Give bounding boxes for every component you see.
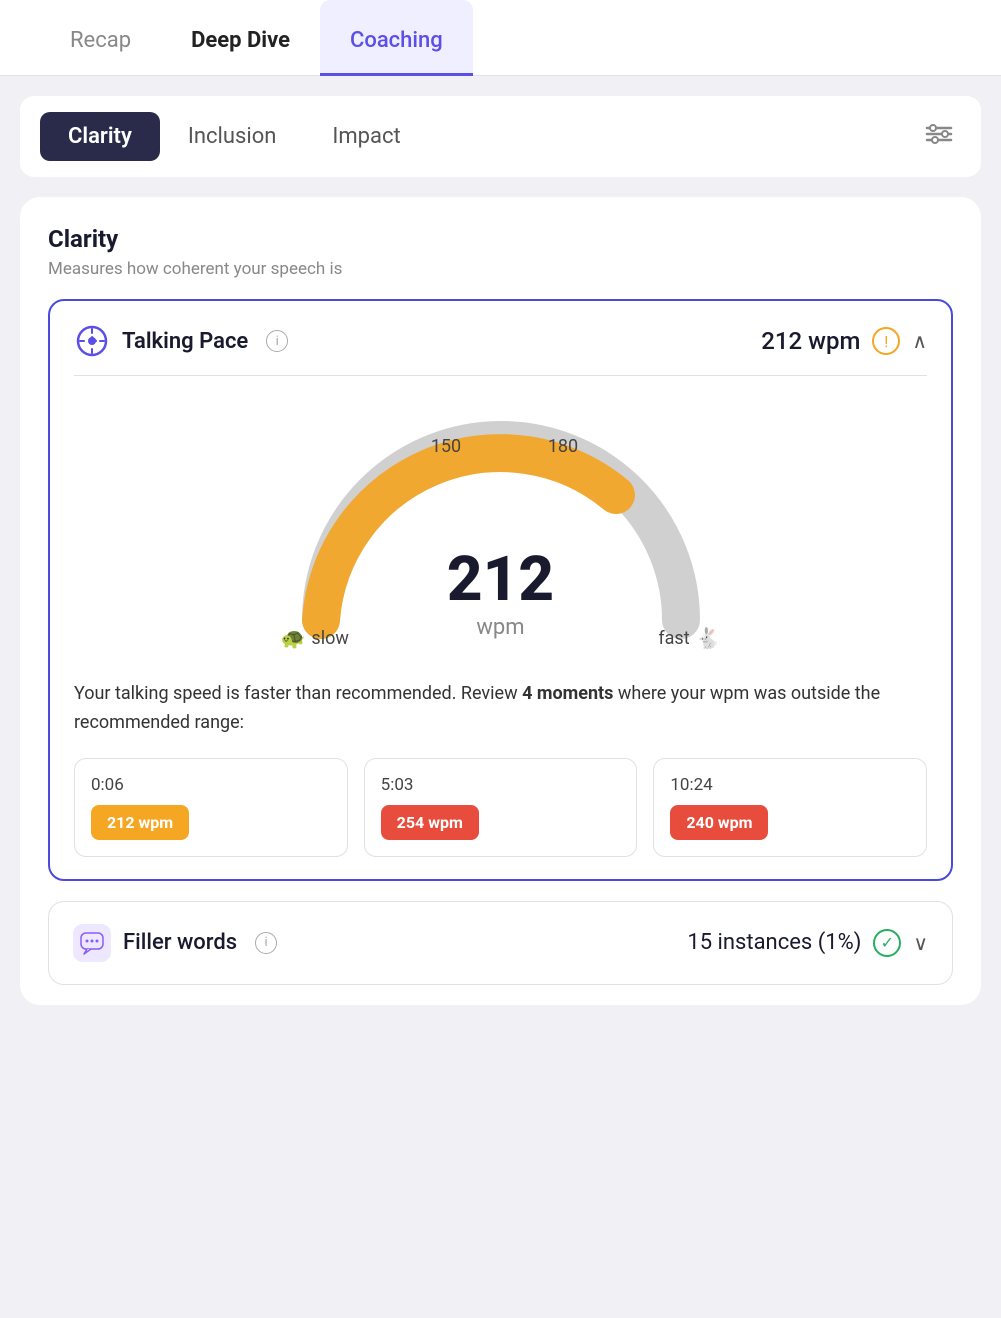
sub-tab-inclusion[interactable]: Inclusion <box>160 112 305 161</box>
section-title: Clarity <box>48 225 953 253</box>
sub-tab-bar: Clarity Inclusion Impact <box>20 96 981 177</box>
moment-card-1[interactable]: 0:06 212 wpm <box>74 758 348 857</box>
moment-time-1: 0:06 <box>91 775 331 795</box>
svg-text:150: 150 <box>430 436 460 457</box>
moment-badge-1: 212 wpm <box>91 805 189 840</box>
fast-emoji: 🐇 <box>696 626 721 650</box>
sub-tab-clarity[interactable]: Clarity <box>40 112 160 161</box>
svg-text:180: 180 <box>547 436 577 457</box>
talking-pace-name: Talking Pace <box>122 329 248 354</box>
moment-card-2[interactable]: 5:03 254 wpm <box>364 758 638 857</box>
moment-badge-3: 240 wpm <box>670 805 768 840</box>
filter-icon[interactable] <box>917 114 961 159</box>
gauge-unit: wpm <box>447 615 554 640</box>
filler-icon <box>73 924 111 962</box>
warning-icon: ! <box>872 327 900 355</box>
tab-deep-dive[interactable]: Deep Dive <box>161 0 320 76</box>
chevron-down-icon[interactable]: ∨ <box>913 931 928 955</box>
divider <box>74 375 927 376</box>
fast-text: fast <box>658 628 689 649</box>
tab-coaching[interactable]: Coaching <box>320 0 473 76</box>
chevron-up-icon[interactable]: ∧ <box>912 329 927 353</box>
filler-card-header: Filler words i 15 instances (1%) ✓ ∨ <box>73 924 928 962</box>
slow-emoji: 🐢 <box>281 626 306 650</box>
moment-badge-2: 254 wpm <box>381 805 479 840</box>
talking-pace-card: Talking Pace i 212 wpm ! ∧ 150 <box>48 299 953 881</box>
moment-card-3[interactable]: 10:24 240 wpm <box>653 758 927 857</box>
tab-bar: Recap Deep Dive Coaching <box>0 0 1001 76</box>
talking-pace-icon <box>74 323 110 359</box>
gauge-fast-label: fast 🐇 <box>658 626 720 650</box>
talking-pace-right: 212 wpm ! ∧ <box>761 327 927 355</box>
tab-recap[interactable]: Recap <box>40 0 161 76</box>
filler-count: 15 instances (1%) <box>687 930 861 955</box>
sub-tab-impact[interactable]: Impact <box>304 112 428 161</box>
filler-words-card: Filler words i 15 instances (1%) ✓ ∨ <box>48 901 953 985</box>
filler-name: Filler words <box>123 930 237 955</box>
gauge-slow-label: 🐢 slow <box>281 626 349 650</box>
gauge-wrapper: 150 180 212 wpm 🐢 slow fast 🐇 <box>261 400 741 660</box>
gauge-container: 150 180 212 wpm 🐢 slow fast 🐇 <box>74 400 927 660</box>
filler-left: Filler words i <box>73 924 277 962</box>
check-icon: ✓ <box>873 929 901 957</box>
filler-right: 15 instances (1%) ✓ ∨ <box>687 929 928 957</box>
moment-time-3: 10:24 <box>670 775 910 795</box>
talking-pace-left: Talking Pace i <box>74 323 288 359</box>
filler-info[interactable]: i <box>255 932 277 954</box>
moments-row: 0:06 212 wpm 5:03 254 wpm 10:24 240 wpm <box>74 758 927 857</box>
main-content: Clarity Measures how coherent your speec… <box>20 197 981 1005</box>
talking-pace-info[interactable]: i <box>266 330 288 352</box>
moment-time-2: 5:03 <box>381 775 621 795</box>
gauge-center-text: 212 wpm <box>447 549 554 640</box>
talking-pace-header: Talking Pace i 212 wpm ! ∧ <box>74 323 927 359</box>
gauge-number: 212 <box>447 549 554 611</box>
pace-description: Your talking speed is faster than recomm… <box>74 680 927 738</box>
wpm-value: 212 wpm <box>761 327 860 355</box>
section-subtitle: Measures how coherent your speech is <box>48 259 953 279</box>
slow-text: slow <box>311 628 348 649</box>
